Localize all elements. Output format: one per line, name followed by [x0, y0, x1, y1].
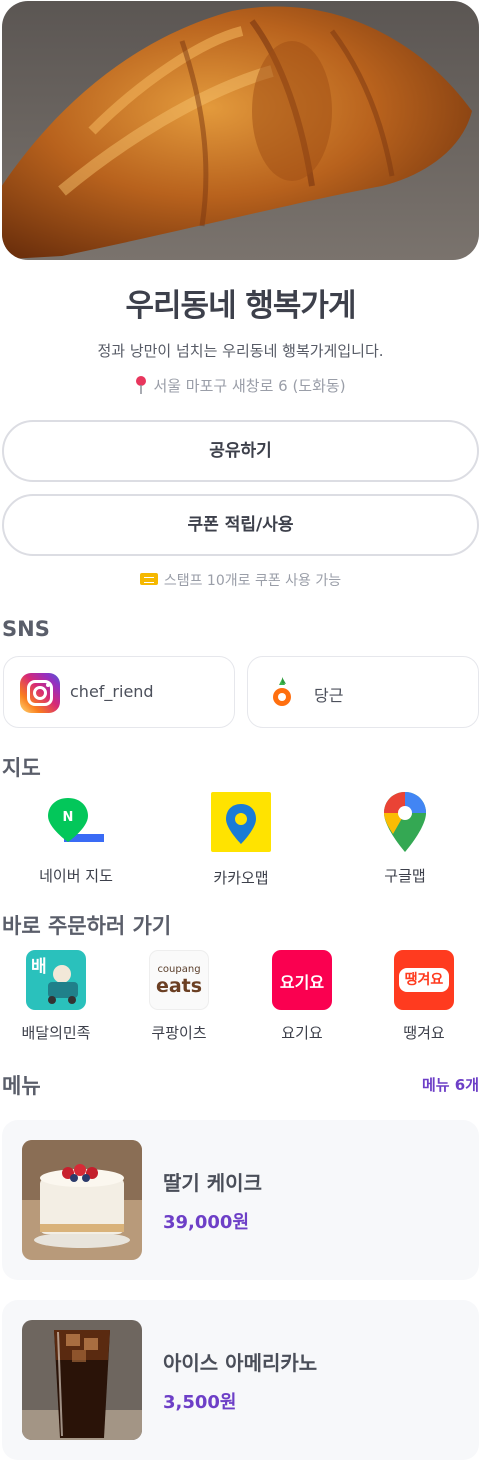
instagram-label: chef_riend — [70, 682, 154, 701]
menu-item[interactable]: 아이스 아메리카노 3,500원 — [2, 1300, 479, 1460]
svg-text:N: N — [63, 810, 74, 825]
carrot-icon — [273, 677, 291, 706]
map-section-title: 지도 — [2, 756, 41, 780]
iced-americano-image — [22, 1320, 142, 1440]
ddangyo-link[interactable]: 땡겨요 땡겨요 — [369, 950, 479, 1043]
naver-map-label: 네이버 지도 — [39, 867, 113, 885]
yogiyo-icon: 요기요 — [272, 950, 332, 1010]
naver-map-link[interactable]: N 네이버 지도 — [11, 790, 141, 886]
kakao-map-link[interactable]: 카카오맵 — [176, 790, 306, 888]
baemin-link[interactable]: 배 배달의민족 — [1, 950, 111, 1043]
order-section-title: 바로 주문하러 가기 — [2, 914, 172, 938]
naver-map-icon: N — [44, 790, 108, 854]
address-text: 서울 마포구 새창로 6 (도화동) — [153, 377, 346, 395]
baemin-label: 배달의민족 — [21, 1024, 91, 1042]
store-address: 서울 마포구 새창로 6 (도화동) — [0, 375, 481, 396]
map-pin-icon — [136, 376, 147, 394]
sns-dangn-card[interactable]: 당근 — [247, 656, 479, 728]
instagram-icon — [20, 673, 60, 713]
menu-count[interactable]: 메뉴 6개 — [422, 1074, 479, 1095]
kakao-map-label: 카카오맵 — [213, 869, 269, 887]
store-description: 정과 낭만이 넘치는 우리동네 행복가게입니다. — [97, 342, 384, 360]
menu-section-title: 메뉴 — [2, 1074, 41, 1098]
store-name: 우리동네 행복가게 — [125, 288, 357, 324]
coupang-eats-label: 쿠팡이츠 — [151, 1024, 207, 1042]
menu-item-price: 39,000원 — [163, 1212, 250, 1233]
baemin-icon: 배 — [26, 950, 86, 1010]
google-maps-link[interactable]: 구글맵 — [340, 790, 470, 886]
menu-item-name: 아이스 아메리카노 — [163, 1351, 318, 1375]
menu-item[interactable]: 딸기 케이크 39,000원 — [2, 1120, 479, 1280]
hero-image — [2, 1, 479, 260]
yogiyo-label: 요기요 — [281, 1024, 323, 1042]
stamp-note-text: 스탬프 10개로 쿠폰 사용 가능 — [163, 573, 342, 589]
coupon-button[interactable]: 쿠폰 적립/사용 — [2, 494, 479, 556]
google-maps-label: 구글맵 — [384, 867, 426, 885]
sns-instagram-card[interactable]: chef_riend — [3, 656, 235, 728]
kakao-map-icon — [209, 792, 273, 856]
coupang-eats-link[interactable]: coupang eats 쿠팡이츠 — [124, 950, 234, 1043]
yogiyo-link[interactable]: 요기요 요기요 — [247, 950, 357, 1043]
coupang-eats-icon: coupang eats — [149, 950, 209, 1010]
stamp-note: 스탬프 10개로 쿠폰 사용 가능 — [0, 570, 481, 590]
share-button[interactable]: 공유하기 — [2, 420, 479, 482]
ddangyo-label: 땡겨요 — [403, 1024, 445, 1042]
google-maps-icon — [373, 790, 437, 854]
strawberry-cake-image — [22, 1140, 142, 1260]
ddangyo-icon: 땡겨요 — [394, 950, 454, 1010]
ticket-icon — [139, 573, 158, 585]
sns-section-title: SNS — [2, 617, 50, 641]
menu-item-price: 3,500원 — [163, 1392, 237, 1413]
menu-item-name: 딸기 케이크 — [163, 1171, 262, 1195]
dangn-label: 당근 — [314, 686, 344, 705]
